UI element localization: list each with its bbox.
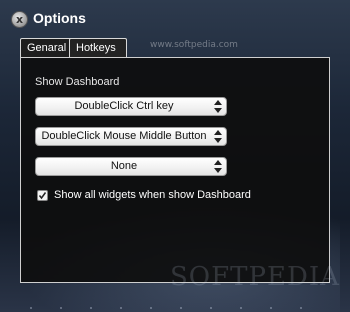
hotkeys-panel: Show Dashboard DoubleClick Ctrl key Doub… bbox=[20, 57, 330, 283]
checkmark-icon bbox=[38, 192, 47, 200]
updown-arrows-icon bbox=[214, 130, 222, 143]
close-icon[interactable]: x bbox=[11, 11, 28, 28]
hotkey-dropdown-1-value: DoubleClick Ctrl key bbox=[74, 100, 174, 112]
updown-arrows-icon bbox=[214, 160, 222, 173]
show-all-widgets-checkbox[interactable] bbox=[37, 190, 48, 201]
options-window: x Options www.softpedia.com Genaral Hotk… bbox=[0, 0, 350, 312]
window-title: Options bbox=[33, 10, 86, 26]
updown-arrows-icon bbox=[214, 100, 222, 113]
title-bar[interactable]: x Options bbox=[0, 0, 350, 38]
hotkey-dropdown-3-value: None bbox=[110, 160, 138, 172]
show-all-widgets-label: Show all widgets when show Dashboard bbox=[54, 189, 251, 201]
show-dashboard-label: Show Dashboard bbox=[35, 76, 120, 88]
tab-hotkeys[interactable]: Hotkeys bbox=[69, 38, 127, 57]
hotkey-dropdown-2-value: DoubleClick Mouse Middle Button bbox=[41, 130, 207, 142]
hotkey-dropdown-1[interactable]: DoubleClick Ctrl key bbox=[35, 97, 227, 116]
watermark-logo: SOFTPEDIA bbox=[170, 262, 340, 292]
watermark-url: www.softpedia.com bbox=[150, 40, 238, 50]
hotkey-dropdown-2[interactable]: DoubleClick Mouse Middle Button bbox=[35, 127, 227, 146]
hotkey-dropdown-3[interactable]: None bbox=[35, 157, 227, 176]
resize-grip[interactable] bbox=[0, 302, 350, 312]
